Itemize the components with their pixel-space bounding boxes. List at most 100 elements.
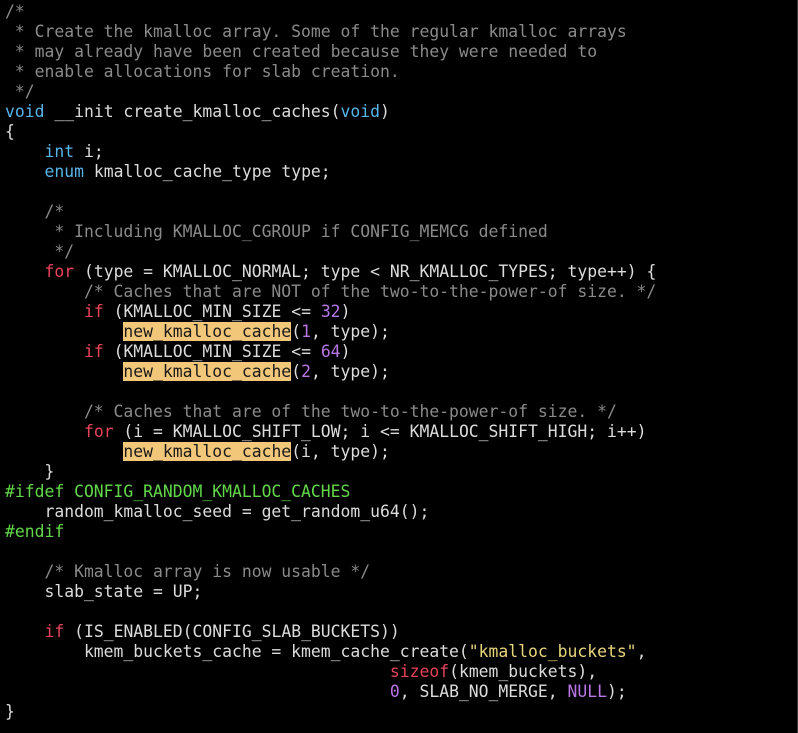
- code-text: i;: [74, 142, 104, 161]
- code-control-keyword: if: [44, 622, 65, 641]
- code-line[interactable]: new_kmalloc_cache(2, type);: [0, 362, 797, 382]
- code-comment: */: [5, 242, 75, 261]
- code-line[interactable]: /* Kmalloc array is now usable */: [0, 562, 797, 582]
- code-control-keyword: for: [44, 262, 75, 281]
- code-text: );: [606, 682, 627, 701]
- code-line[interactable]: void __init create_kmalloc_caches(void): [0, 102, 797, 122]
- code-line[interactable]: * Including KMALLOC_CGROUP if CONFIG_MEM…: [0, 222, 797, 242]
- code-string: "kmalloc_buckets": [468, 642, 637, 661]
- code-line[interactable]: int i;: [0, 142, 797, 162]
- code-comment: * Including KMALLOC_CGROUP if CONFIG_MEM…: [5, 222, 548, 241]
- code-line[interactable]: /*: [0, 2, 797, 22]
- code-text: ,: [636, 642, 647, 661]
- code-text: ): [340, 302, 351, 321]
- code-line[interactable]: if (KMALLOC_MIN_SIZE <= 32): [0, 302, 797, 322]
- code-line[interactable]: /*: [0, 202, 797, 222]
- code-line[interactable]: 0, SLAB_NO_MERGE, NULL);: [0, 682, 797, 702]
- code-comment: * may already have been created because …: [5, 42, 598, 61]
- code-comment: /*: [5, 2, 25, 21]
- code-line[interactable]: [0, 542, 797, 562]
- code-number: 32: [320, 302, 341, 321]
- code-line[interactable]: {: [0, 122, 797, 142]
- code-keyword: void: [5, 102, 45, 121]
- code-comment: * Create the kmalloc array. Some of the …: [5, 22, 627, 41]
- code-line[interactable]: kmem_buckets_cache = kmem_cache_create("…: [0, 642, 797, 662]
- search-match-highlight: new_kmalloc_cache: [123, 362, 292, 381]
- code-line[interactable]: #endif: [0, 522, 797, 542]
- code-line[interactable]: * Create the kmalloc array. Some of the …: [0, 22, 797, 42]
- code-line[interactable]: for (type = KMALLOC_NORMAL; type < NR_KM…: [0, 262, 797, 282]
- code-line[interactable]: if (KMALLOC_MIN_SIZE <= 64): [0, 342, 797, 362]
- code-line[interactable]: * may already have been created because …: [0, 42, 797, 62]
- code-number: 64: [320, 342, 341, 361]
- code-text: , SLAB_NO_MERGE,: [399, 682, 568, 701]
- code-text: slab_state = UP;: [5, 582, 203, 601]
- code-text: (i = KMALLOC_SHIFT_LOW; i <= KMALLOC_SHI…: [113, 422, 647, 441]
- code-number: 0: [389, 682, 400, 701]
- code-line[interactable]: slab_state = UP;: [0, 582, 797, 602]
- code-line[interactable]: #ifdef CONFIG_RANDOM_KMALLOC_CACHES: [0, 482, 797, 502]
- code-text: (i, type);: [291, 442, 390, 461]
- code-text: (type = KMALLOC_NORMAL; type < NR_KMALLO…: [74, 262, 657, 281]
- code-comment: /* Caches that are of the two-to-the-pow…: [5, 402, 617, 421]
- code-line[interactable]: [0, 382, 797, 402]
- code-text: , type);: [310, 362, 390, 381]
- code-text: ): [380, 102, 390, 121]
- code-text: (: [291, 362, 302, 381]
- code-line[interactable]: [0, 602, 797, 622]
- code-text: (kmem_buckets),: [449, 662, 598, 681]
- code-preprocessor: #ifdef CONFIG_RANDOM_KMALLOC_CACHES: [5, 482, 351, 501]
- code-text: (KMALLOC_MIN_SIZE <=: [103, 342, 321, 361]
- code-line[interactable]: new_kmalloc_cache(1, type);: [0, 322, 797, 342]
- code-line[interactable]: if (IS_ENABLED(CONFIG_SLAB_BUCKETS)): [0, 622, 797, 642]
- code-editor[interactable]: /* * Create the kmalloc array. Some of t…: [0, 0, 798, 733]
- code-line[interactable]: sizeof(kmem_buckets),: [0, 662, 797, 682]
- code-text: random_kmalloc_seed = get_random_u64();: [5, 502, 430, 521]
- code-text: kmalloc_cache_type type;: [83, 162, 331, 181]
- code-control-keyword: for: [83, 422, 114, 441]
- code-line[interactable]: for (i = KMALLOC_SHIFT_LOW; i <= KMALLOC…: [0, 422, 797, 442]
- code-line[interactable]: /* Caches that are NOT of the two-to-the…: [0, 282, 797, 302]
- code-text: , type);: [310, 322, 390, 341]
- code-line[interactable]: enum kmalloc_cache_type type;: [0, 162, 797, 182]
- code-line[interactable]: new_kmalloc_cache(i, type);: [0, 442, 797, 462]
- code-text: __init create_kmalloc_caches(: [44, 102, 341, 121]
- code-line[interactable]: /* Caches that are of the two-to-the-pow…: [0, 402, 797, 422]
- code-text: ): [340, 342, 351, 361]
- code-number: NULL: [567, 682, 607, 701]
- code-text: }: [5, 702, 15, 721]
- code-text: {: [5, 122, 15, 141]
- code-keyword: void: [340, 102, 381, 121]
- code-comment: * enable allocations for slab creation.: [5, 62, 400, 81]
- code-text: }: [5, 462, 55, 481]
- code-text: (KMALLOC_MIN_SIZE <=: [103, 302, 321, 321]
- code-text: (: [291, 322, 302, 341]
- code-text: (IS_ENABLED(CONFIG_SLAB_BUCKETS)): [64, 622, 400, 641]
- code-line[interactable]: random_kmalloc_seed = get_random_u64();: [0, 502, 797, 522]
- code-keyword: enum: [44, 162, 84, 181]
- code-line[interactable]: */: [0, 82, 797, 102]
- code-control-keyword: if: [83, 302, 104, 321]
- code-control-keyword: sizeof: [389, 662, 450, 681]
- code-line[interactable]: */: [0, 242, 797, 262]
- code-line[interactable]: }: [0, 462, 797, 482]
- code-comment: /* Caches that are NOT of the two-to-the…: [5, 282, 657, 301]
- code-line[interactable]: [0, 182, 797, 202]
- code-number: 2: [301, 362, 311, 381]
- code-line[interactable]: }: [0, 702, 797, 722]
- code-comment: */: [5, 82, 35, 101]
- code-line[interactable]: * enable allocations for slab creation.: [0, 62, 797, 82]
- search-match-highlight: new_kmalloc_cache: [123, 442, 292, 461]
- code-text: kmem_buckets_cache = kmem_cache_create(: [5, 642, 469, 661]
